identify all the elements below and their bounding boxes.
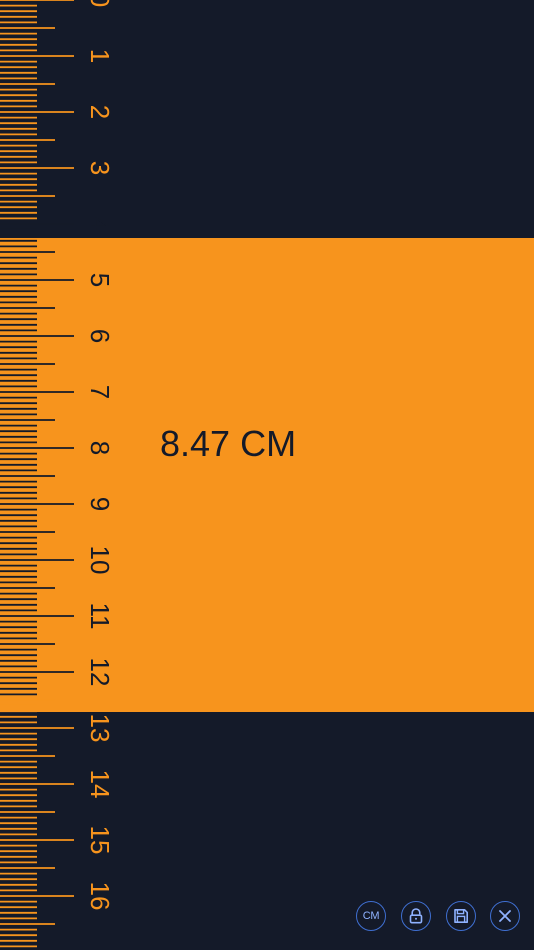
ruler-label: 16 (85, 882, 115, 911)
close-icon (499, 910, 511, 922)
ruler-label: 1 (85, 49, 115, 63)
save-icon (454, 909, 468, 923)
save-button[interactable] (446, 901, 476, 931)
ruler-label: 3 (85, 161, 115, 175)
ruler-label: 10 (85, 546, 115, 575)
ruler-label: 8 (85, 441, 115, 455)
ruler-label: 7 (85, 385, 115, 399)
close-button[interactable] (490, 901, 520, 931)
ruler-label: 13 (85, 714, 115, 743)
toolbar: CM (356, 901, 522, 933)
ruler-label: 5 (85, 273, 115, 287)
ruler-label: 14 (85, 770, 115, 799)
ruler-label: 6 (85, 329, 115, 343)
ruler-label: 12 (85, 658, 115, 687)
lock-button[interactable] (401, 901, 431, 931)
unit-label: CM (362, 910, 380, 922)
ruler-label: 4 (85, 217, 115, 231)
ruler-label: 2 (85, 105, 115, 119)
lock-icon (409, 908, 423, 924)
unit-toggle-button[interactable]: CM (356, 901, 386, 931)
ruler-label: 9 (85, 497, 115, 511)
ruler-label: 11 (85, 603, 115, 630)
ruler-label: 0 (85, 0, 115, 7)
ruler-label: 15 (85, 826, 115, 855)
ruler[interactable]: 012345678910111213141516 (0, 0, 120, 950)
measurement-value: 8.47 CM (160, 423, 297, 464)
